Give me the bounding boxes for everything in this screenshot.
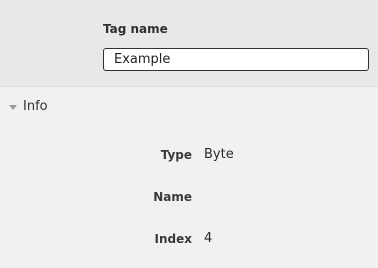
property-label-index: Index	[154, 232, 192, 246]
tag-name-input[interactable]	[103, 48, 369, 71]
property-value-index: 4	[204, 231, 213, 246]
property-value-type: Byte	[204, 147, 234, 162]
info-section-title: Info	[23, 99, 48, 114]
properties-panel: Tag name Info Type Byte Name Index 4	[0, 0, 378, 268]
property-label-type: Type	[160, 148, 192, 162]
property-row-name: Name	[0, 184, 378, 214]
collapse-triangle-icon[interactable]	[9, 105, 17, 110]
info-section-body: Type Byte Name Index 4	[0, 122, 378, 268]
tag-name-label: Tag name	[103, 22, 168, 36]
property-row-index: Index 4	[0, 226, 378, 256]
property-row-type: Type Byte	[0, 142, 378, 172]
info-section-header[interactable]: Info	[0, 90, 378, 122]
tag-name-header: Tag name	[0, 0, 378, 87]
property-label-name: Name	[153, 190, 192, 204]
